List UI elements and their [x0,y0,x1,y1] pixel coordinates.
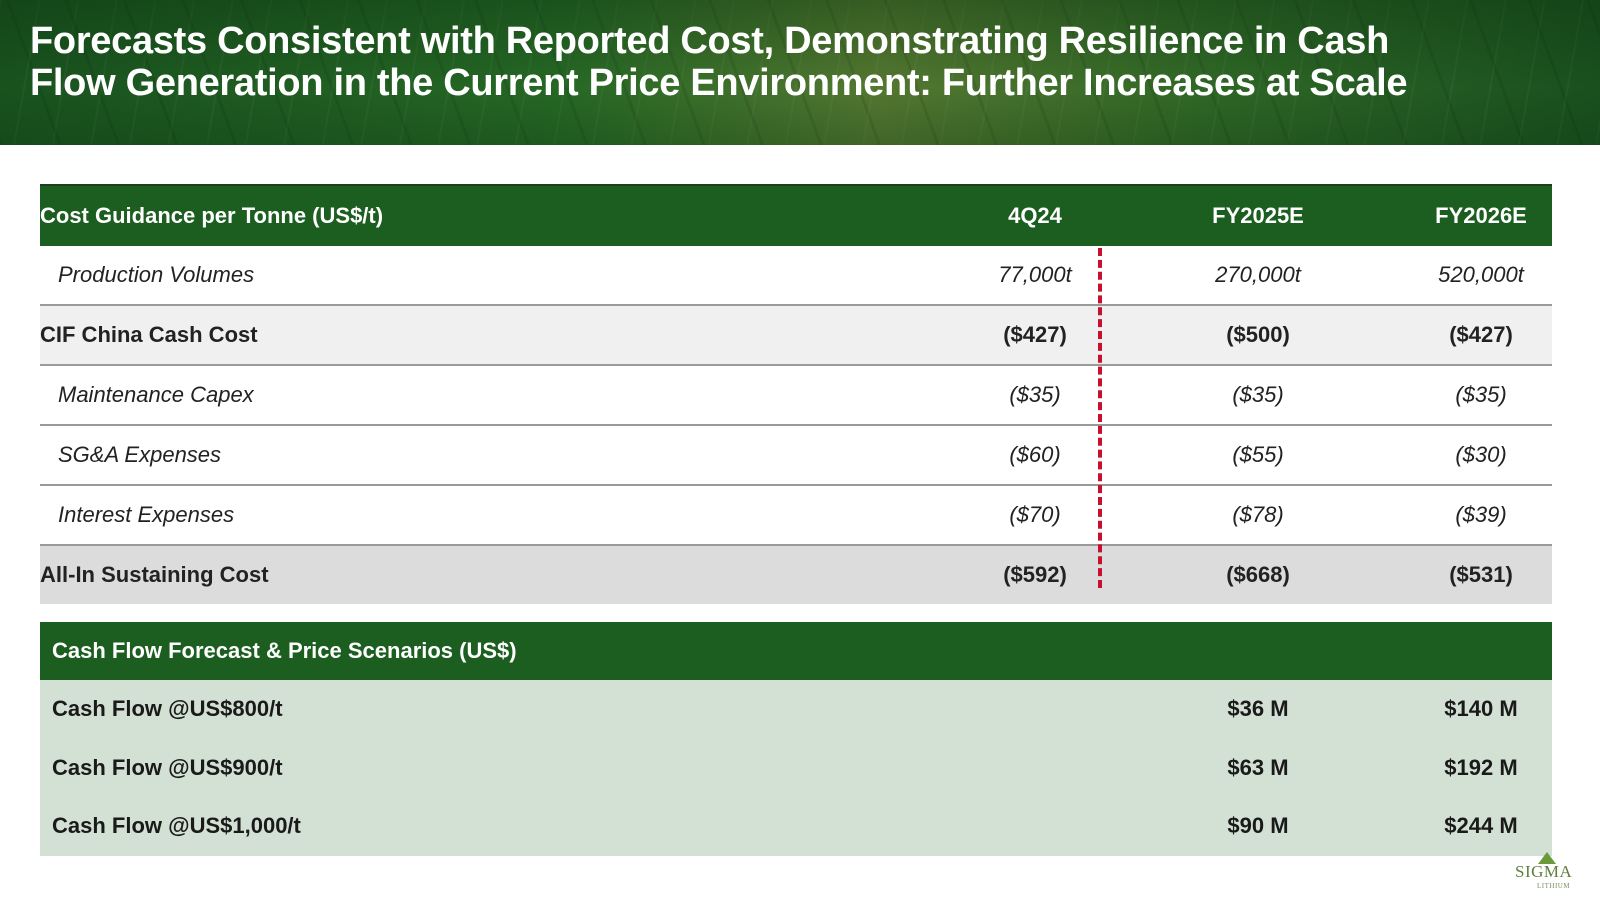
column-header-fy2025e: FY2025E [1212,203,1304,228]
table-row-sga-expenses: SG&A Expenses ($60) ($55) ($30) [40,426,1552,486]
title-banner: Forecasts Consistent with Reported Cost,… [0,0,1600,145]
cell-fy2026e: ($531) [1449,562,1513,587]
cell-fy2025e: $63 M [1227,754,1289,780]
cell-4q24: ($35) [1009,382,1061,407]
table-row-cash-flow-800: Cash Flow @US$800/t $36 M $140 M [40,680,1552,739]
table-row-cif-china-cash-cost: CIF China Cash Cost ($427) ($500) ($427) [40,306,1552,366]
row-label: SG&A Expenses [58,442,222,467]
row-label: Cash Flow @US$1,000/t [52,813,301,839]
sigma-lithium-logo: SIGMA LITHIUM [1515,852,1585,892]
cell-4q24: 77,000t [998,262,1072,287]
cell-fy2025e: 270,000t [1215,262,1301,287]
cell-4q24: ($592) [1003,562,1067,587]
cell-fy2026e: ($30) [1455,442,1507,467]
row-label: All-In Sustaining Cost [40,562,269,587]
table-row-production-volumes: Production Volumes 77,000t 270,000t 520,… [40,246,1552,306]
cell-fy2026e: 520,000t [1438,262,1524,287]
actual-vs-forecast-divider [1098,248,1102,588]
cell-fy2025e: ($78) [1232,502,1284,527]
cell-4q24: ($427) [1003,322,1067,347]
cell-fy2026e: $244 M [1444,813,1518,839]
row-label: Interest Expenses [58,502,235,527]
column-header-4q24: 4Q24 [1008,203,1062,228]
cost-table-header-row: Cost Guidance per Tonne (US$/t) 4Q24 FY2… [40,184,1552,246]
column-header-fy2026e: FY2026E [1435,203,1527,228]
row-label: CIF China Cash Cost [40,322,258,347]
row-label: Cash Flow @US$800/t [52,696,283,722]
row-label: Cash Flow @US$900/t [52,754,283,780]
table-row-maintenance-capex: Maintenance Capex ($35) ($35) ($35) [40,366,1552,426]
slide-title: Forecasts Consistent with Reported Cost,… [30,20,1570,104]
logo-sub: LITHIUM [1537,882,1571,890]
cell-fy2026e: ($427) [1449,322,1513,347]
cell-4q24: ($60) [1009,442,1061,467]
cell-fy2025e: $36 M [1227,696,1289,722]
cash-flow-table-header: Cash Flow Forecast & Price Scenarios (US… [40,622,1552,680]
cost-table-header-label: Cost Guidance per Tonne (US$/t) [40,203,384,228]
cash-flow-forecast-table: Cash Flow Forecast & Price Scenarios (US… [40,622,1552,856]
cell-fy2025e: ($668) [1226,562,1290,587]
cell-fy2025e: $90 M [1227,813,1289,839]
cost-guidance-table: Cost Guidance per Tonne (US$/t) 4Q24 FY2… [40,184,1552,604]
cell-4q24: ($70) [1009,502,1061,527]
row-label: Production Volumes [58,262,255,287]
cell-fy2025e: ($35) [1232,382,1284,407]
slide-title-line-1: Forecasts Consistent with Reported Cost,… [30,20,1390,62]
slide-title-line-2: Flow Generation in the Current Price Env… [30,62,1408,104]
logo-name: SIGMA [1515,862,1573,881]
cell-fy2026e: $192 M [1444,754,1518,780]
table-row-cash-flow-900: Cash Flow @US$900/t $63 M $192 M [40,739,1552,798]
cash-flow-table-body: Cash Flow @US$800/t $36 M $140 M Cash Fl… [40,680,1552,856]
row-label: Maintenance Capex [58,382,254,407]
cell-fy2025e: ($500) [1226,322,1290,347]
cell-fy2026e: $140 M [1444,696,1518,722]
table-row-cash-flow-1000: Cash Flow @US$1,000/t $90 M $244 M [40,797,1552,856]
cell-fy2026e: ($35) [1455,382,1507,407]
table-row-interest-expenses: Interest Expenses ($70) ($78) ($39) [40,486,1552,546]
cell-fy2025e: ($55) [1232,442,1284,467]
cell-fy2026e: ($39) [1455,502,1507,527]
table-row-all-in-sustaining-cost: All-In Sustaining Cost ($592) ($668) ($5… [40,546,1552,604]
